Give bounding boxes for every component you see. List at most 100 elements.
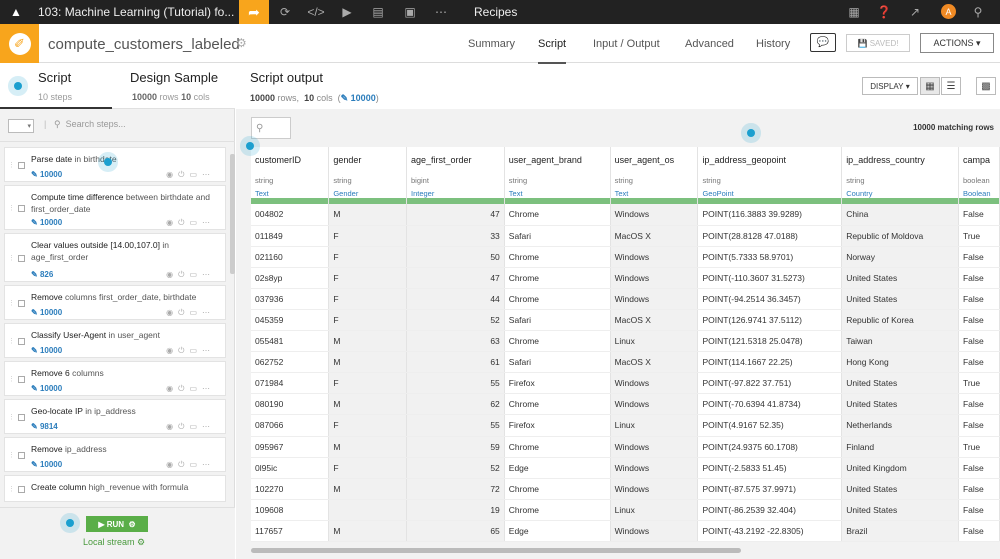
tab-summary[interactable]: Summary: [468, 38, 515, 50]
table-cell[interactable]: Edge: [504, 520, 611, 543]
table-cell[interactable]: Firefox: [504, 414, 611, 437]
step-card[interactable]: ⋮⋮ Compute time difference between birthd…: [4, 185, 226, 230]
table-cell[interactable]: 062752: [251, 351, 330, 374]
table-cell[interactable]: POINT(-110.3607 31.5273): [697, 267, 843, 289]
table-cell[interactable]: M: [328, 330, 407, 353]
table-cell[interactable]: Brazil: [841, 520, 959, 543]
table-cell[interactable]: United States: [841, 288, 959, 310]
avatar[interactable]: A: [941, 4, 956, 19]
table-cell[interactable]: Edge: [504, 457, 611, 479]
table-cell[interactable]: M: [328, 351, 407, 374]
table-cell[interactable]: POINT(24.9375 60.1708): [697, 436, 843, 458]
table-cell[interactable]: F: [328, 457, 407, 479]
table-cell[interactable]: Safari: [504, 225, 611, 247]
step-card[interactable]: ⋮⋮ Remove ip_address ✎ 10000 ◉⏻▭⋯: [4, 437, 226, 472]
table-cell[interactable]: 61: [406, 351, 505, 374]
actions-button[interactable]: ACTIONS ▾: [920, 33, 994, 53]
table-cell[interactable]: Hong Kong: [841, 351, 959, 374]
table-cell[interactable]: 52: [406, 457, 505, 479]
table-cell[interactable]: Windows: [610, 372, 699, 395]
table-cell[interactable]: POINT(4.9167 52.35): [697, 414, 843, 437]
table-cell[interactable]: 080190: [251, 393, 330, 416]
more-icon[interactable]: ⋯: [429, 0, 453, 24]
column-meaning[interactable]: GeoPoint: [702, 189, 837, 198]
table-cell[interactable]: False: [958, 204, 1000, 226]
power-icon[interactable]: ⏻: [178, 170, 189, 179]
list-view-icon[interactable]: ☰: [941, 77, 961, 95]
eye-icon[interactable]: ◉: [166, 218, 178, 227]
table-cell[interactable]: True: [958, 436, 1000, 458]
table-cell[interactable]: 44: [406, 288, 505, 310]
table-cell[interactable]: POINT(116.3883 39.9289): [697, 204, 843, 226]
table-cell[interactable]: Norway: [841, 246, 959, 268]
table-cell[interactable]: POINT(-70.6394 41.8734): [697, 393, 843, 416]
table-cell[interactable]: F: [328, 225, 407, 247]
table-cell[interactable]: Safari: [504, 309, 611, 332]
table-cell[interactable]: 50: [406, 246, 505, 268]
step-card[interactable]: ⋮⋮ Parse date in birthdate ✎ 10000 ◉⏻▭⋯: [4, 147, 226, 182]
step-checkbox[interactable]: [18, 299, 25, 307]
recipe-settings-icon[interactable]: ⚙: [236, 36, 247, 50]
eye-icon[interactable]: ◉: [166, 460, 178, 469]
trash-icon[interactable]: ▭: [189, 460, 202, 469]
eye-icon[interactable]: ◉: [166, 308, 178, 317]
column-meaning[interactable]: Gender: [333, 189, 402, 198]
hotspot-dot[interactable]: [747, 129, 755, 137]
step-checkbox[interactable]: [18, 413, 25, 421]
power-icon[interactable]: ⏻: [178, 384, 189, 393]
column-meaning[interactable]: Country: [846, 189, 954, 198]
table-cell[interactable]: Windows: [610, 246, 699, 268]
table-cell[interactable]: Windows: [610, 288, 699, 310]
table-cell[interactable]: Chrome: [504, 246, 611, 268]
table-cell[interactable]: POINT(114.1667 22.25): [697, 351, 843, 374]
power-icon[interactable]: ⏻: [178, 218, 189, 227]
step-card[interactable]: ⋮⋮ Geo-locate IP in ip_address ✎ 9814 ◉⏻▭⋯: [4, 399, 226, 434]
hotspot-dot[interactable]: [104, 158, 112, 166]
table-cell[interactable]: 071984: [251, 372, 330, 395]
table-cell[interactable]: 0l95ic: [251, 457, 330, 479]
table-cell[interactable]: False: [958, 288, 1000, 310]
hotspot-dot[interactable]: [246, 142, 254, 150]
table-cell[interactable]: Chrome: [504, 499, 611, 521]
table-cell[interactable]: POINT(-2.5833 51.45): [697, 457, 843, 479]
table-cell[interactable]: MacOS X: [610, 351, 699, 374]
power-icon[interactable]: ⏻: [178, 346, 189, 355]
recipe-name[interactable]: compute_customers_labeled: [48, 36, 240, 53]
table-cell[interactable]: [328, 499, 407, 521]
table-cell[interactable]: 004802: [251, 204, 330, 226]
refresh-icon[interactable]: ⟳: [273, 0, 297, 24]
table-cell[interactable]: False: [958, 309, 1000, 332]
table-cell[interactable]: 109608: [251, 499, 330, 521]
step-card[interactable]: ⋮⋮ Create column high_revenue with formul…: [4, 475, 226, 502]
tab-script[interactable]: Script: [538, 38, 567, 64]
table-cell[interactable]: 55: [406, 372, 505, 395]
table-cell[interactable]: POINT(121.5318 25.0478): [697, 330, 843, 353]
recipes-section-label[interactable]: Recipes: [474, 0, 517, 24]
column-header[interactable]: ip_address_country string Country: [841, 147, 959, 204]
table-cell[interactable]: False: [958, 330, 1000, 353]
column-meaning[interactable]: Text: [615, 189, 694, 198]
trash-icon[interactable]: ▭: [189, 422, 202, 431]
table-cell[interactable]: F: [328, 414, 407, 437]
table-cell[interactable]: False: [958, 351, 1000, 374]
table-cell[interactable]: Windows: [610, 393, 699, 416]
table-cell[interactable]: MacOS X: [610, 225, 699, 247]
trash-icon[interactable]: ▭: [189, 170, 202, 179]
table-cell[interactable]: Windows: [610, 457, 699, 479]
select-all-checkbox[interactable]: ▾: [8, 119, 34, 133]
table-cell[interactable]: United States: [841, 499, 959, 521]
trash-icon[interactable]: ▭: [189, 308, 202, 317]
table-cell[interactable]: 52: [406, 309, 505, 332]
run-button[interactable]: ▶ RUN ⚙: [86, 516, 148, 532]
table-view-icon[interactable]: ▦: [920, 77, 940, 95]
table-cell[interactable]: 02s8yp: [251, 267, 330, 289]
table-cell[interactable]: False: [958, 267, 1000, 289]
code-icon[interactable]: </>: [304, 0, 328, 24]
table-cell[interactable]: 102270: [251, 478, 330, 500]
trash-icon[interactable]: ▭: [189, 218, 202, 227]
more-icon[interactable]: ⋯: [202, 422, 215, 431]
more-icon[interactable]: ⋯: [202, 170, 215, 179]
tab-history[interactable]: History: [756, 38, 790, 50]
table-cell[interactable]: Windows: [610, 267, 699, 289]
step-card[interactable]: ⋮⋮ Clear values outside [14.00,107.0] in …: [4, 233, 226, 282]
